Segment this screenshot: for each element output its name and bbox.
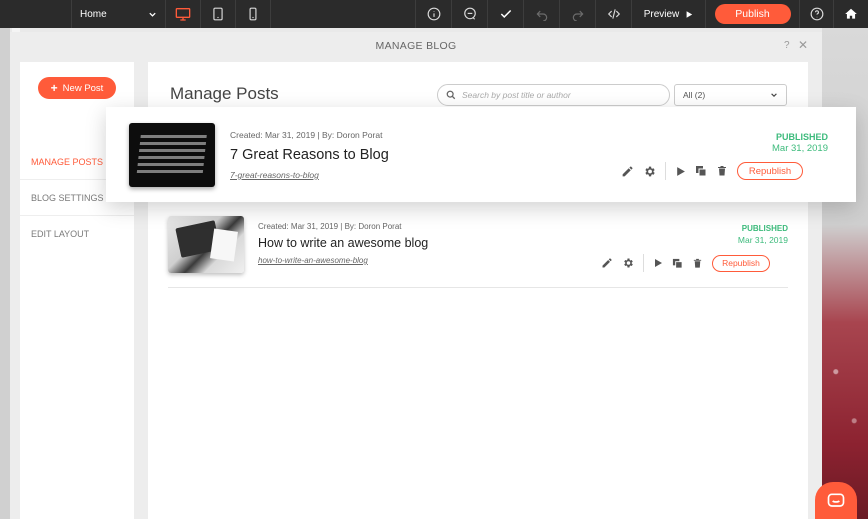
publish-button-wrap: Publish (706, 0, 800, 28)
info-button[interactable] (416, 0, 452, 28)
undo-button[interactable] (524, 0, 560, 28)
home-icon (845, 8, 857, 19)
mobile-icon (249, 7, 257, 21)
trash-icon[interactable] (716, 165, 728, 177)
post-title[interactable]: How to write an awesome blog (258, 236, 428, 250)
editor-canvas-background (822, 28, 868, 519)
post-thumbnail (129, 123, 215, 187)
post-status: PUBLISHED (775, 132, 828, 142)
status-filter-select[interactable]: All (2) (674, 84, 787, 106)
code-icon (607, 9, 620, 19)
republish-button[interactable]: Republish (737, 162, 803, 180)
chevron-down-icon (149, 12, 156, 17)
play-icon[interactable] (675, 166, 686, 177)
status-filter-value: All (2) (683, 90, 706, 100)
chat-icon (463, 7, 476, 20)
mobile-view-button[interactable] (236, 0, 271, 28)
redo-button[interactable] (560, 0, 596, 28)
search-box[interactable] (437, 84, 670, 106)
trash-icon[interactable] (692, 258, 703, 269)
modal-title: MANAGE BLOG (375, 40, 457, 52)
post-row[interactable]: Created: Mar 31, 2019 | By: Doron Porat … (168, 216, 788, 288)
search-input[interactable] (462, 90, 662, 100)
modal-help-button[interactable]: ? (784, 40, 790, 51)
play-icon (686, 10, 693, 18)
post-row-highlighted[interactable]: Created: Mar 31, 2019 | By: Doron Porat … (106, 107, 856, 202)
post-actions: Republish (601, 254, 770, 272)
redo-icon (572, 10, 583, 21)
top-toolbar: Home Preview Publish (0, 0, 868, 28)
preview-label: Preview (643, 8, 680, 20)
preview-button[interactable]: Preview (632, 0, 706, 28)
page-selector-value: Home (80, 8, 107, 20)
desktop-view-button[interactable] (166, 0, 201, 28)
plus-icon: + (50, 81, 58, 95)
edit-icon[interactable] (621, 165, 634, 178)
post-thumbnail (168, 216, 244, 273)
chat-widget-button[interactable] (815, 482, 857, 519)
tablet-icon (213, 7, 223, 21)
search-icon (446, 90, 456, 100)
check-button[interactable] (488, 0, 524, 28)
sidebar-item-edit-layout[interactable]: EDIT LAYOUT (20, 216, 134, 252)
code-button[interactable] (596, 0, 632, 28)
home-button[interactable] (834, 0, 868, 28)
comments-button[interactable] (452, 0, 488, 28)
toolbar-spacer (271, 0, 416, 28)
editor-left-panel (0, 28, 10, 519)
post-meta: Created: Mar 31, 2019 | By: Doron Porat (230, 130, 383, 140)
duplicate-icon[interactable] (695, 165, 707, 177)
divider (643, 254, 644, 272)
post-slug-link[interactable]: 7-great-reasons-to-blog (230, 170, 319, 180)
post-title[interactable]: 7 Great Reasons to Blog (230, 147, 389, 163)
info-icon (427, 7, 440, 21)
manage-blog-modal: MANAGE BLOG ? ✕ + New Post MANAGE POSTS … (10, 32, 822, 519)
tablet-view-button[interactable] (201, 0, 236, 28)
undo-icon (536, 10, 547, 21)
page-selector[interactable]: Home (72, 0, 166, 28)
duplicate-icon[interactable] (672, 258, 683, 269)
post-status: PUBLISHED (741, 224, 788, 233)
post-slug-link[interactable]: how-to-write-an-awesome-blog (258, 256, 368, 265)
new-post-button[interactable]: + New Post (38, 77, 116, 99)
desktop-icon (175, 8, 191, 21)
toolbar-blank-area (0, 0, 72, 28)
new-post-label: New Post (62, 82, 104, 94)
page-title: Manage Posts (170, 84, 279, 103)
gear-icon[interactable] (622, 257, 634, 269)
post-actions: Republish (621, 162, 803, 180)
help-button[interactable] (800, 0, 834, 28)
chevron-down-icon (771, 93, 777, 97)
gear-icon[interactable] (643, 165, 656, 178)
publish-button[interactable]: Publish (714, 4, 791, 24)
chat-icon (827, 493, 845, 507)
divider (665, 162, 666, 180)
post-date: Mar 31, 2019 (737, 235, 788, 245)
post-meta: Created: Mar 31, 2019 | By: Doron Porat (258, 222, 402, 231)
modal-close-button[interactable]: ✕ (798, 38, 808, 52)
post-date: Mar 31, 2019 (772, 143, 828, 154)
help-icon (810, 7, 823, 21)
edit-icon[interactable] (601, 257, 613, 269)
play-icon[interactable] (653, 258, 663, 268)
republish-button[interactable]: Republish (712, 254, 770, 272)
check-icon (500, 9, 511, 18)
